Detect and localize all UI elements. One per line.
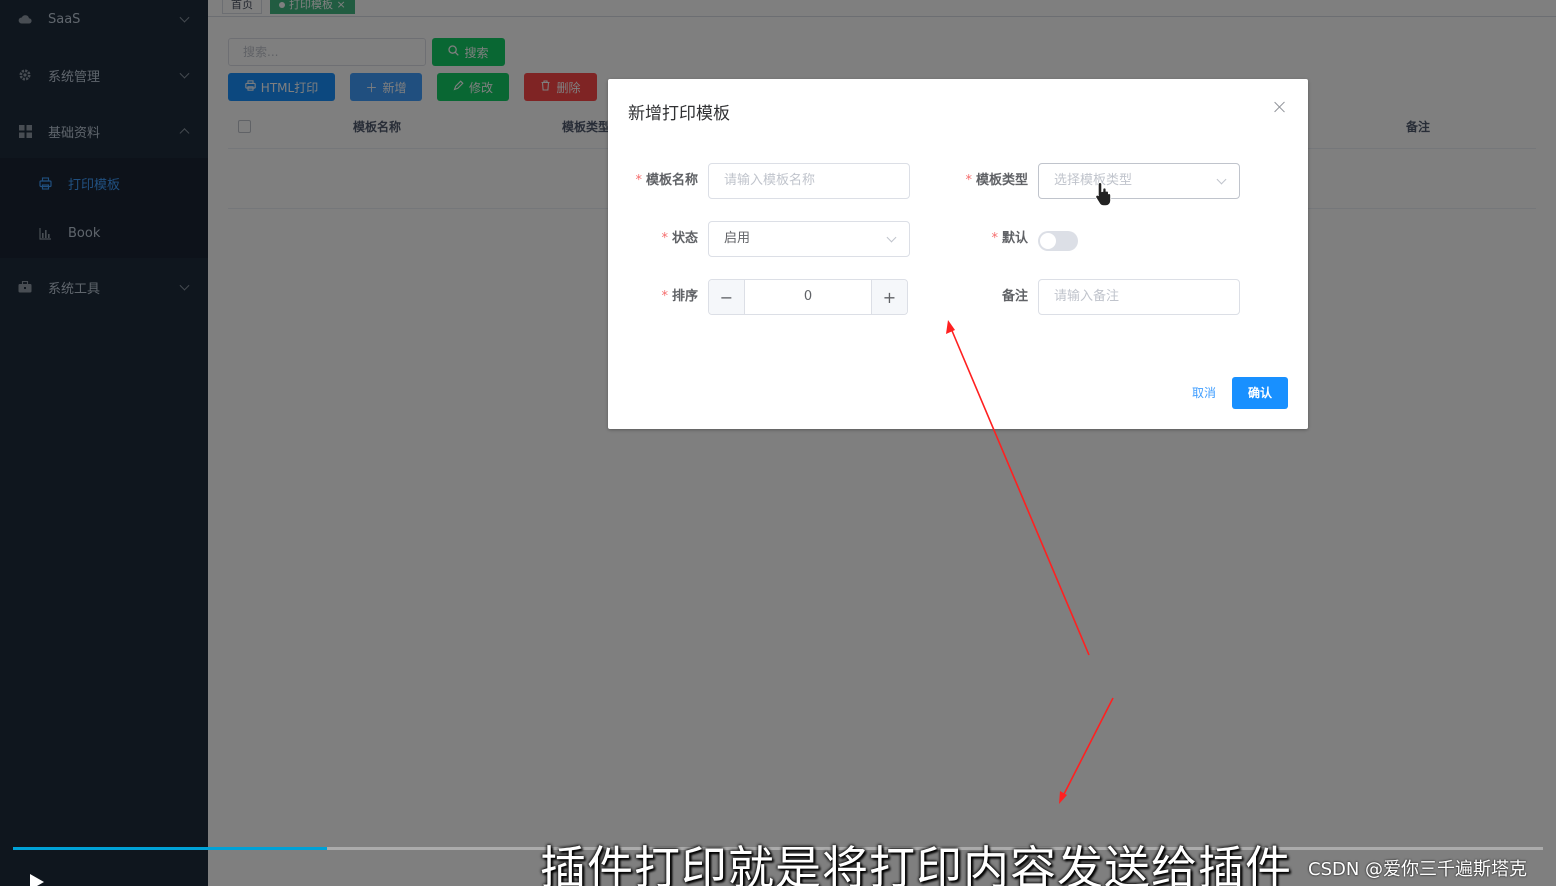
confirm-button[interactable]: 确认 <box>1232 377 1288 409</box>
status-select[interactable]: 启用 <box>708 221 910 257</box>
default-switch[interactable] <box>1038 231 1078 251</box>
remark-input[interactable]: 请输入备注 <box>1038 279 1240 315</box>
template-name-input[interactable]: 请输入模板名称 <box>708 163 910 199</box>
close-icon[interactable] <box>1274 101 1286 113</box>
required-mark: * <box>661 231 668 246</box>
label-text: 备注 <box>1001 289 1028 304</box>
template-name-label: * 模板名称 <box>608 163 698 199</box>
chevron-down-icon <box>1216 174 1227 185</box>
template-type-select[interactable]: 选择模板类型 <box>1038 163 1240 199</box>
label-text: 模板类型 <box>975 173 1028 188</box>
required-mark: * <box>991 231 998 246</box>
default-label: * 默认 <box>938 221 1028 257</box>
label-text: 模板名称 <box>645 173 698 188</box>
select-value: 启用 <box>724 231 751 246</box>
chevron-down-icon <box>886 232 897 243</box>
sort-stepper[interactable]: − 0 + <box>708 279 908 315</box>
cancel-button[interactable]: 取消 <box>1180 377 1228 409</box>
video-subtitle: 插件打印就是将打印内容发送给插件 <box>540 841 1292 886</box>
minus-icon[interactable]: − <box>709 280 745 314</box>
label-text: 状态 <box>671 231 698 246</box>
dialog-title: 新增打印模板 <box>628 104 730 124</box>
template-type-label: * 模板类型 <box>938 163 1028 199</box>
label-text: 排序 <box>671 289 698 304</box>
select-placeholder: 选择模板类型 <box>1054 173 1133 188</box>
sort-label: * 排序 <box>608 279 698 315</box>
plus-icon[interactable]: + <box>871 280 907 314</box>
remark-label: 备注 <box>938 279 1028 315</box>
play-icon[interactable] <box>30 874 44 886</box>
video-progress-fill <box>13 847 327 850</box>
watermark: CSDN @爱你三千遍斯塔克 <box>1308 859 1528 880</box>
add-print-template-dialog: 新增打印模板 * 模板名称 请输入模板名称 * 模板类型 选择模板类型 * 状态 启用… <box>608 79 1308 429</box>
status-label: * 状态 <box>608 221 698 257</box>
required-mark: * <box>965 173 972 188</box>
required-mark: * <box>635 173 642 188</box>
required-mark: * <box>661 289 668 304</box>
sort-value[interactable]: 0 <box>745 280 871 314</box>
label-text: 默认 <box>1001 231 1028 246</box>
hand-cursor-icon <box>1095 181 1112 207</box>
